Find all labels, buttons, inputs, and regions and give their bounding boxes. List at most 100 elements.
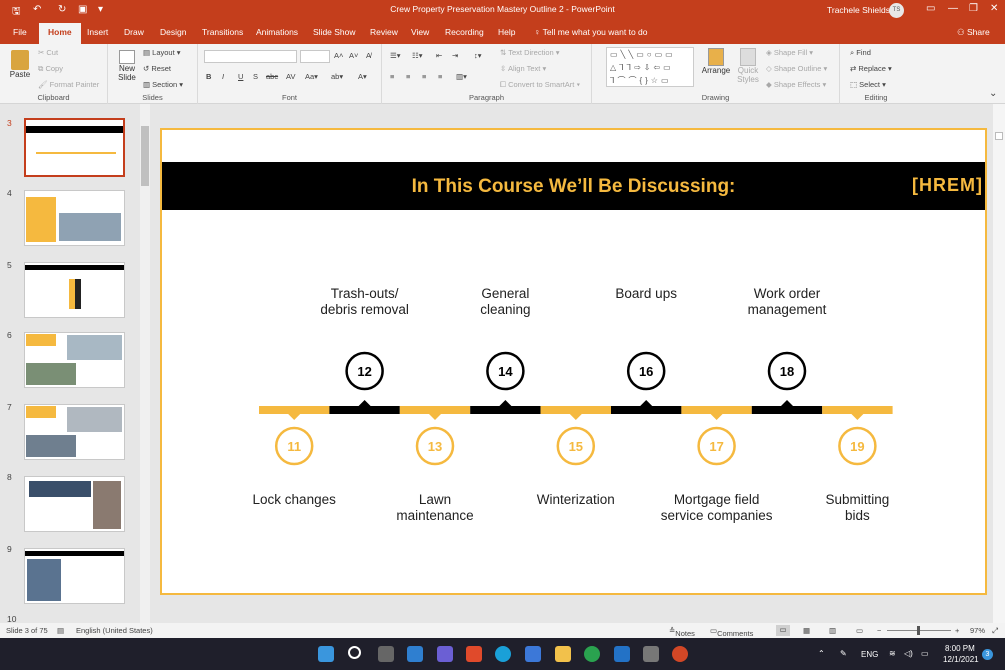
tab-file[interactable]: File xyxy=(13,27,27,37)
shape-outline-button[interactable]: ◇ Shape Outline ▾ xyxy=(766,64,827,73)
topic-label[interactable]: Submitting bids xyxy=(792,492,922,524)
text-direction-button[interactable]: ⇅ Text Direction ▾ xyxy=(500,48,560,57)
tab-help[interactable]: Help xyxy=(498,27,515,37)
shapes-gallery[interactable]: ▭╲╲▭○▭▭ △⅂⅂⇨⇩⇦▭ ⅂⌒⌒{}☆▭ xyxy=(606,47,694,87)
increase-indent-icon[interactable]: ⇥ xyxy=(452,51,458,60)
collapse-ribbon-icon[interactable]: ⌄ xyxy=(989,88,997,99)
topic-label[interactable]: Lawn maintenance xyxy=(370,492,500,524)
slide-thumbnail-8[interactable] xyxy=(24,476,125,532)
bold-icon[interactable]: B xyxy=(206,72,211,81)
slide-thumbnail-7[interactable] xyxy=(24,404,125,460)
tab-draw[interactable]: Draw xyxy=(124,27,144,37)
align-left-icon[interactable]: ≡ xyxy=(390,72,394,81)
battery-icon[interactable]: ▭ xyxy=(921,649,929,658)
tell-me-search[interactable]: ♀ Tell me what you want to do xyxy=(534,27,647,37)
slide-thumbnail-4[interactable] xyxy=(24,190,125,246)
tab-home[interactable]: Home xyxy=(39,23,81,44)
zoom-in-icon[interactable]: + xyxy=(955,626,959,635)
avatar[interactable]: TS xyxy=(889,3,904,18)
section-button[interactable]: ▥ Section ▾ xyxy=(143,80,183,89)
quick-styles-button[interactable]: Quick Styles xyxy=(734,48,762,84)
font-color-icon[interactable]: A▾ xyxy=(358,72,367,81)
search-icon[interactable] xyxy=(348,646,361,659)
select-button[interactable]: ⬚ Select ▾ xyxy=(850,80,886,89)
share-button[interactable]: ⚇ Share xyxy=(957,27,990,38)
slide-sorter-icon[interactable]: ▦ xyxy=(803,626,810,635)
tab-transitions[interactable]: Transitions xyxy=(202,27,243,37)
paste-button[interactable]: Paste xyxy=(5,50,35,79)
volume-icon[interactable]: ◁) xyxy=(904,649,913,658)
close-icon[interactable]: ✕ xyxy=(990,3,998,14)
cut-button[interactable]: ✂ Cut xyxy=(38,48,58,57)
notes-button[interactable]: ≙ Notes xyxy=(669,626,695,638)
convert-smartart-button[interactable]: ⧠ Convert to SmartArt ▾ xyxy=(500,80,580,90)
topic-label[interactable]: Trash-outs/ debris removal xyxy=(300,286,430,318)
format-painter-button[interactable]: 🖌 Format Painter xyxy=(38,80,99,89)
slide-thumbnail-3[interactable] xyxy=(24,118,125,177)
chrome-icon[interactable] xyxy=(584,646,600,662)
change-case-icon[interactable]: Aa▾ xyxy=(305,72,318,81)
topic-label[interactable]: General cleaning xyxy=(440,286,570,318)
zoom-level[interactable]: 97% xyxy=(970,626,985,635)
clock-time[interactable]: 8:00 PM xyxy=(945,644,975,653)
edge-icon[interactable] xyxy=(495,646,511,662)
tab-insert[interactable]: Insert xyxy=(87,27,108,37)
decrease-indent-icon[interactable]: ⇤ xyxy=(436,51,442,60)
slide-thumbnail-5[interactable] xyxy=(24,262,125,318)
slideshow-view-icon[interactable]: ▭ xyxy=(856,626,863,635)
topic-label[interactable]: Winterization xyxy=(511,492,641,508)
strikethrough-icon[interactable]: abc xyxy=(266,72,278,81)
chevron-up-icon[interactable]: ⌃ xyxy=(818,649,825,658)
numbering-icon[interactable]: ☷▾ xyxy=(412,51,423,60)
slide-scrollbar[interactable] xyxy=(993,104,1005,623)
widgets-icon[interactable] xyxy=(407,646,423,662)
tab-animations[interactable]: Animations xyxy=(256,27,298,37)
topic-label[interactable]: Lock changes xyxy=(229,492,359,508)
comments-button[interactable]: ▭ Comments xyxy=(710,626,753,638)
minimize-icon[interactable]: — xyxy=(948,3,958,14)
fit-slide-icon[interactable]: ⤢ xyxy=(992,626,998,636)
calculator-icon[interactable] xyxy=(643,646,659,662)
windows-start-icon[interactable] xyxy=(318,646,334,662)
shadow-icon[interactable]: S xyxy=(253,72,258,81)
language-status[interactable]: English (United States) xyxy=(76,626,153,635)
topic-label[interactable]: Mortgage field service companies xyxy=(652,492,782,524)
tab-view[interactable]: View xyxy=(411,27,429,37)
font-size-select[interactable] xyxy=(300,50,330,63)
decrease-font-icon[interactable]: A˅ xyxy=(349,51,358,60)
replace-button[interactable]: ⇄ Replace ▾ xyxy=(850,64,892,73)
align-text-button[interactable]: ⇳ Align Text ▾ xyxy=(500,64,546,73)
align-center-icon[interactable]: ≡ xyxy=(406,72,410,81)
shape-effects-button[interactable]: ◆ Shape Effects ▾ xyxy=(766,80,826,89)
pen-icon[interactable]: ✎ xyxy=(840,649,847,658)
accessibility-icon[interactable]: ▤ xyxy=(57,626,64,635)
new-slide-button[interactable]: New Slide xyxy=(114,50,140,82)
tab-recording[interactable]: Recording xyxy=(445,27,484,37)
topic-label[interactable]: Work order management xyxy=(722,286,852,318)
office-icon[interactable] xyxy=(466,646,482,662)
thumbnail-scrollbar[interactable] xyxy=(140,104,150,623)
find-button[interactable]: ⌕ Find xyxy=(850,48,871,58)
task-view-icon[interactable] xyxy=(378,646,394,662)
scroll-thumb[interactable] xyxy=(141,126,149,186)
zoom-out-icon[interactable]: − xyxy=(877,626,881,635)
clock-date[interactable]: 12/1/2021 xyxy=(943,655,979,664)
tab-design[interactable]: Design xyxy=(160,27,186,37)
scroll-thumb[interactable] xyxy=(995,132,1003,140)
powerpoint-icon[interactable] xyxy=(672,646,688,662)
restore-icon[interactable]: ❐ xyxy=(969,3,978,14)
slide[interactable]: In This Course We’ll Be Discussing: [HRE… xyxy=(160,128,987,595)
input-language[interactable]: ENG xyxy=(861,650,878,659)
font-family-select[interactable] xyxy=(204,50,297,63)
increase-font-icon[interactable]: A˄ xyxy=(334,51,343,60)
highlight-icon[interactable]: ab▾ xyxy=(331,72,343,81)
underline-icon[interactable]: U xyxy=(238,72,243,81)
copy-button[interactable]: ⧉ Copy xyxy=(38,64,63,74)
reset-button[interactable]: ↺ Reset xyxy=(143,64,171,73)
italic-icon[interactable]: I xyxy=(222,72,224,81)
ribbon-display-icon[interactable]: ▭ xyxy=(926,3,935,14)
bullets-icon[interactable]: ☰▾ xyxy=(390,51,401,60)
justify-icon[interactable]: ≡ xyxy=(438,72,442,81)
wifi-icon[interactable]: ≋ xyxy=(889,649,896,658)
reading-view-icon[interactable]: ▥ xyxy=(829,626,836,635)
